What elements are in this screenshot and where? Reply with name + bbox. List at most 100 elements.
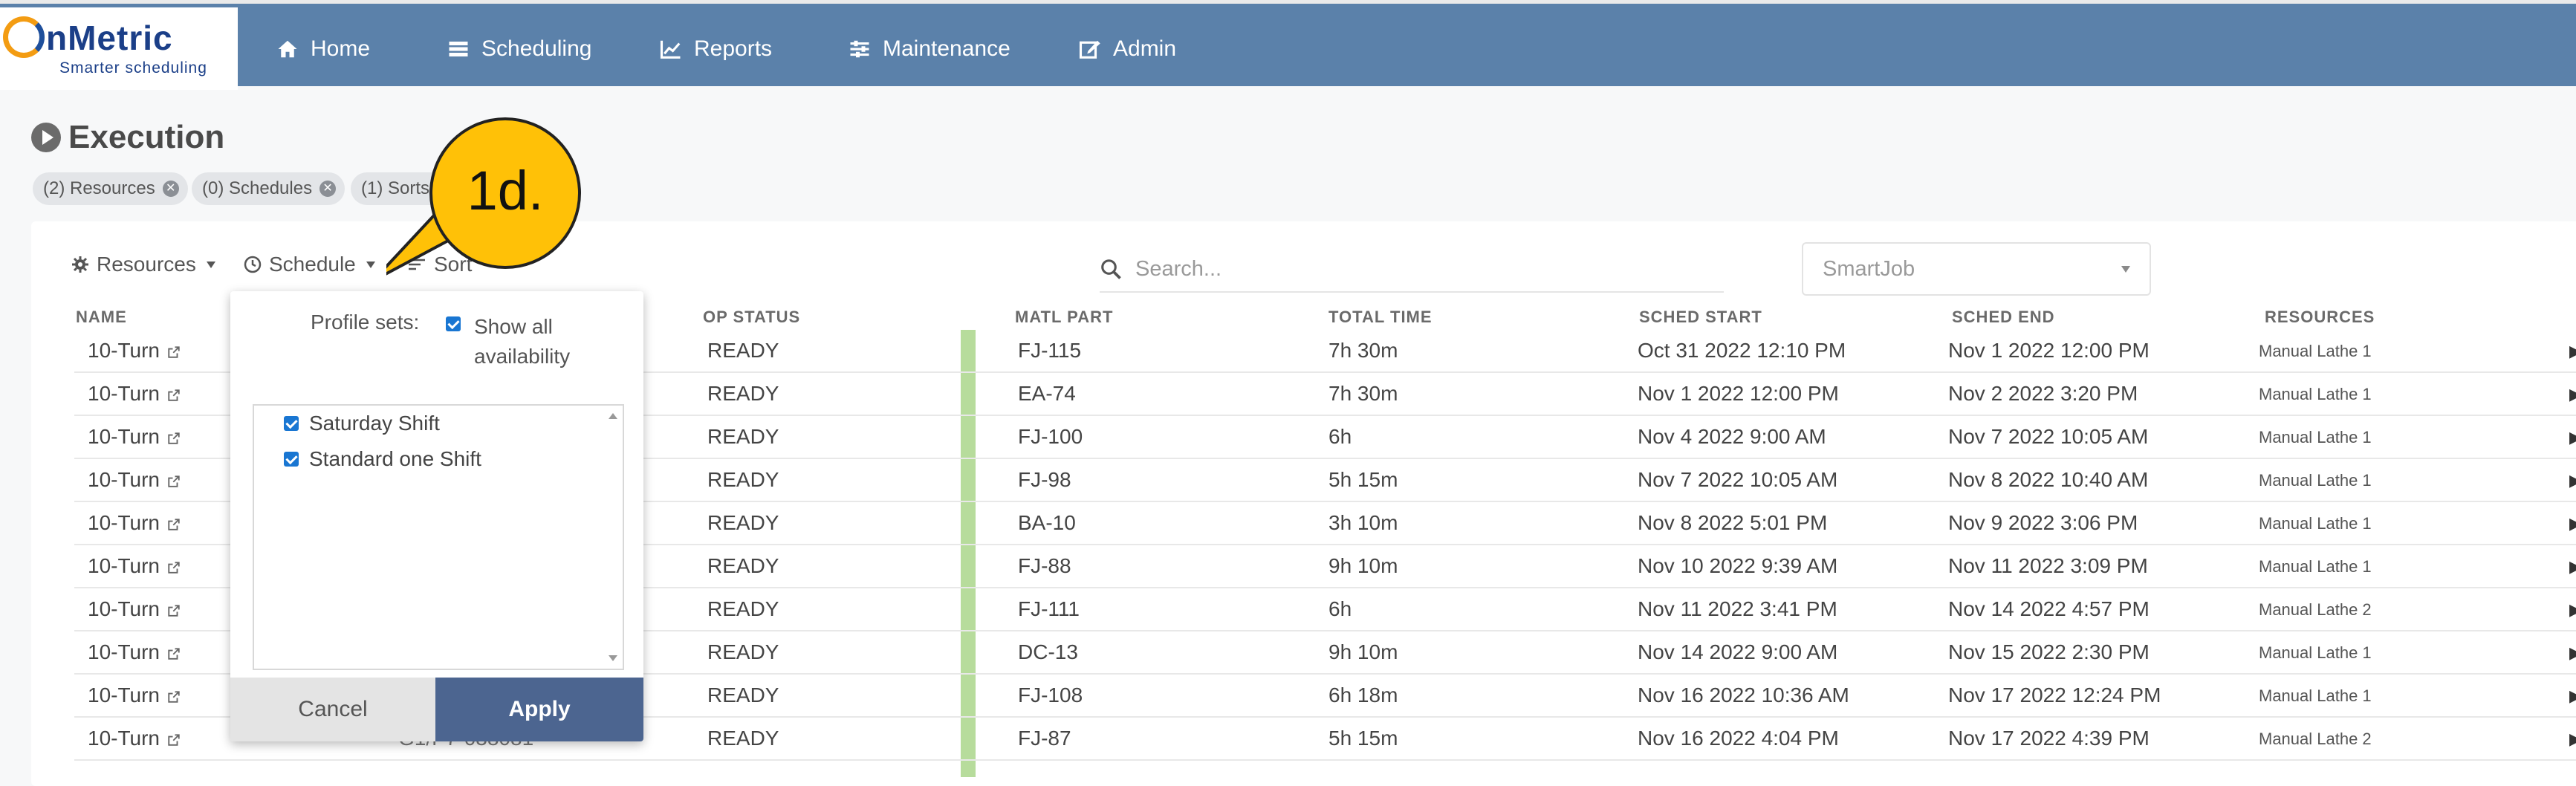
cell-sched-start: Nov 10 2022 9:39 AM bbox=[1638, 554, 1838, 577]
nav-admin[interactable]: Admin bbox=[1079, 33, 1176, 65]
profile-set-label: Standard one Shift bbox=[309, 447, 481, 470]
column-header-total-time[interactable]: TOTAL TIME bbox=[1328, 308, 1433, 327]
cell-name[interactable]: 10-Turn bbox=[88, 511, 181, 535]
job-name[interactable]: 10-Turn bbox=[88, 468, 160, 491]
cell-sched-start: Nov 8 2022 5:01 PM bbox=[1638, 511, 1828, 534]
external-link-icon[interactable] bbox=[167, 733, 181, 747]
external-link-icon[interactable] bbox=[167, 345, 181, 359]
close-icon[interactable]: ✕ bbox=[319, 181, 337, 197]
profile-set-item[interactable]: Saturday Shift bbox=[284, 412, 440, 435]
column-header-name[interactable]: NAME bbox=[76, 308, 127, 327]
cell-total-time: 9h 10m bbox=[1328, 554, 1398, 577]
row-expand-icon[interactable]: ▶ bbox=[2569, 600, 2576, 620]
cell-resources: Manual Lathe 1 bbox=[2259, 514, 2372, 533]
schedule-dropdown-button[interactable]: Schedule bbox=[244, 253, 375, 276]
cell-total-time: 6h 18m bbox=[1328, 683, 1398, 707]
job-name[interactable]: 10-Turn bbox=[88, 683, 160, 707]
callout-label: 1d. bbox=[467, 160, 544, 221]
row-expand-icon[interactable]: ▶ bbox=[2569, 428, 2576, 447]
profile-set-item[interactable]: Standard one Shift bbox=[284, 447, 481, 471]
cell-name[interactable]: 10-Turn bbox=[88, 727, 181, 750]
scroll-down-icon[interactable] bbox=[609, 655, 617, 661]
cell-op-status: READY bbox=[707, 382, 779, 405]
checkbox-checked-icon[interactable] bbox=[284, 452, 299, 467]
cell-sched-start: Nov 11 2022 3:41 PM bbox=[1638, 597, 1837, 620]
nav-home[interactable]: Home bbox=[276, 33, 370, 65]
external-link-icon[interactable] bbox=[167, 647, 181, 660]
row-expand-icon[interactable]: ▶ bbox=[2569, 471, 2576, 490]
cell-sched-end: Nov 15 2022 2:30 PM bbox=[1948, 640, 2150, 663]
job-name[interactable]: 10-Turn bbox=[88, 727, 160, 750]
cell-name[interactable]: 10-Turn bbox=[88, 683, 181, 707]
row-expand-icon[interactable]: ▶ bbox=[2569, 514, 2576, 533]
column-header-sched-end[interactable]: SCHED END bbox=[1952, 308, 2055, 327]
external-link-icon[interactable] bbox=[167, 389, 181, 402]
nav-home-label: Home bbox=[311, 36, 371, 61]
profile-sets-list[interactable]: Saturday Shift Standard one Shift bbox=[253, 404, 624, 670]
job-name[interactable]: 10-Turn bbox=[88, 382, 160, 405]
chip-schedules[interactable]: (0) Schedules ✕ bbox=[192, 172, 345, 205]
cell-matl-part: FJ-98 bbox=[1018, 468, 1071, 491]
cell-sched-end: Nov 7 2022 10:05 AM bbox=[1948, 425, 2149, 448]
scroll-up-icon[interactable] bbox=[609, 413, 617, 419]
job-name[interactable]: 10-Turn bbox=[88, 597, 160, 620]
job-name[interactable]: 10-Turn bbox=[88, 511, 160, 534]
cell-op-status: READY bbox=[707, 640, 779, 663]
schedule-label: Schedule bbox=[269, 253, 356, 276]
external-link-icon[interactable] bbox=[167, 475, 181, 488]
cell-name[interactable]: 10-Turn bbox=[88, 468, 181, 492]
column-header-matl-part[interactable]: MATL PART bbox=[1015, 308, 1113, 327]
close-icon[interactable]: ✕ bbox=[162, 181, 179, 197]
job-name[interactable]: 10-Turn bbox=[88, 554, 160, 577]
cancel-button[interactable]: Cancel bbox=[230, 678, 435, 741]
nav-reports[interactable]: Reports bbox=[660, 33, 772, 65]
external-link-icon[interactable] bbox=[167, 690, 181, 704]
external-link-icon[interactable] bbox=[167, 604, 181, 617]
apply-button[interactable]: Apply bbox=[435, 678, 643, 741]
row-expand-icon[interactable]: ▶ bbox=[2569, 686, 2576, 706]
home-icon bbox=[278, 40, 297, 58]
smartjob-select-value: SmartJob bbox=[1823, 256, 1915, 281]
external-link-icon[interactable] bbox=[167, 518, 181, 531]
cell-resources: Manual Lathe 1 bbox=[2259, 428, 2372, 446]
job-name[interactable]: 10-Turn bbox=[88, 640, 160, 663]
show-all-availability-checkbox[interactable]: Show all availability bbox=[446, 312, 594, 371]
row-expand-icon[interactable]: ▶ bbox=[2569, 730, 2576, 749]
cell-name[interactable]: 10-Turn bbox=[88, 339, 181, 363]
job-name[interactable]: 10-Turn bbox=[88, 425, 160, 448]
job-name[interactable]: 10-Turn bbox=[88, 339, 160, 362]
column-header-resources[interactable]: RESOURCES bbox=[2265, 308, 2375, 327]
cell-resources: Manual Lathe 1 bbox=[2259, 471, 2372, 490]
cell-name[interactable]: 10-Turn bbox=[88, 554, 181, 578]
resources-dropdown-button[interactable]: Resources bbox=[71, 253, 215, 276]
external-link-icon[interactable] bbox=[167, 432, 181, 445]
cell-name[interactable]: 10-Turn bbox=[88, 425, 181, 449]
column-header-op-status[interactable]: OP STATUS bbox=[703, 308, 800, 327]
cell-op-status: READY bbox=[707, 597, 779, 620]
cell-name[interactable]: 10-Turn bbox=[88, 382, 181, 406]
row-expand-icon[interactable]: ▶ bbox=[2569, 643, 2576, 663]
checkbox-checked-icon[interactable] bbox=[284, 416, 299, 431]
list-scrollbar[interactable] bbox=[606, 409, 620, 666]
row-expand-icon[interactable]: ▶ bbox=[2569, 385, 2576, 404]
search-field[interactable]: Search... bbox=[1100, 247, 1724, 293]
cell-sched-end: Nov 2 2022 3:20 PM bbox=[1948, 382, 2138, 405]
cell-name[interactable]: 10-Turn bbox=[88, 597, 181, 621]
checkbox-checked-icon[interactable] bbox=[446, 316, 461, 331]
row-expand-icon[interactable]: ▶ bbox=[2569, 557, 2576, 576]
row-expand-icon[interactable]: ▶ bbox=[2569, 342, 2576, 361]
search-icon bbox=[1101, 259, 1121, 279]
cell-op-status: READY bbox=[707, 425, 779, 448]
cell-name[interactable]: 10-Turn bbox=[88, 640, 181, 664]
chip-resources[interactable]: (2) Resources ✕ bbox=[33, 172, 188, 205]
cell-sched-start: Oct 31 2022 12:10 PM bbox=[1638, 339, 1846, 362]
nav-maintenance[interactable]: Maintenance bbox=[849, 33, 1010, 65]
column-header-sched-start[interactable]: SCHED START bbox=[1639, 308, 1762, 327]
external-link-icon[interactable] bbox=[167, 561, 181, 574]
smartjob-select[interactable]: SmartJob bbox=[1802, 242, 2151, 296]
cell-total-time: 3h 10m bbox=[1328, 511, 1398, 534]
nmetric-logo[interactable]: nMetric Smarter scheduling bbox=[0, 7, 238, 90]
cell-sched-end: Nov 17 2022 12:24 PM bbox=[1948, 683, 2161, 707]
nav-scheduling[interactable]: Scheduling bbox=[447, 33, 591, 65]
cell-total-time: 7h 30m bbox=[1328, 339, 1398, 362]
